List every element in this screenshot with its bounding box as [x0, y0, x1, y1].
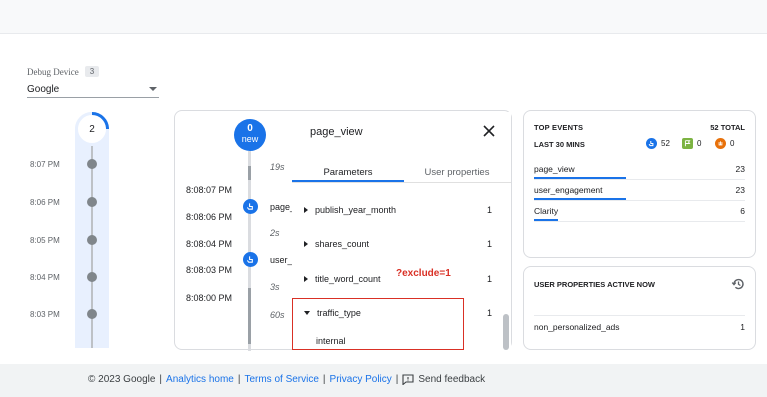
analytics-home-link[interactable]: Analytics home [166, 374, 234, 385]
minutes-progress-arc [91, 112, 109, 130]
event-icon[interactable] [243, 252, 258, 267]
device-select[interactable]: Google [27, 81, 159, 98]
debug-device-title: Debug Device [27, 66, 79, 77]
error-icon [715, 138, 726, 149]
feedback-icon [402, 374, 414, 385]
seconds-segment [248, 166, 251, 180]
seconds-time: 8:08:07 PM [186, 185, 233, 195]
hand-pointer-icon [246, 203, 253, 210]
user-property-name: non_personalized_ads [534, 322, 620, 332]
top-events-card: TOP EVENTS 52 TOTAL LAST 30 MINS 52 0 0 … [523, 110, 756, 258]
flag-icon [682, 138, 693, 149]
top-event-count: 6 [740, 206, 745, 216]
new-events-count: 0 [247, 123, 253, 134]
minute-dot[interactable] [87, 309, 97, 319]
tab-parameters[interactable]: Parameters [292, 167, 404, 178]
new-events-badge[interactable]: 0 new [234, 119, 266, 151]
hand-pointer-icon [246, 256, 253, 263]
minute-dot[interactable] [87, 235, 97, 245]
user-property-row: non_personalized_ads 1 [534, 322, 745, 332]
highlight-box [292, 298, 464, 350]
event-details-panel: page_view Parameters User properties pub… [292, 112, 511, 350]
top-event-count: 23 [735, 185, 745, 195]
param-name: publish_year_month [315, 205, 397, 215]
tab-divider [292, 182, 511, 183]
top-event-name: page_view [534, 164, 575, 174]
param-name: shares_count [315, 239, 370, 249]
top-event-row[interactable]: page_view 23 [534, 164, 745, 174]
footer: © 2023 Google | Analytics home | Terms o… [0, 364, 767, 397]
user-properties-title: USER PROPERTIES ACTIVE NOW [534, 280, 655, 289]
top-event-count: 23 [735, 164, 745, 174]
param-row[interactable]: shares_count 1 [304, 239, 492, 249]
seconds-gap: 2s [270, 228, 280, 238]
chevron-right-icon [304, 276, 308, 282]
top-event-name: Clarity [534, 206, 559, 216]
seconds-gap: 3s [270, 282, 280, 292]
events-counter: 52 [646, 138, 670, 149]
conversions-counter: 0 [682, 138, 701, 149]
row-divider [534, 221, 745, 222]
debug-device-count-badge: 3 [84, 66, 100, 77]
seconds-gap: 19s [270, 162, 285, 172]
minute-time: 8:03 PM [30, 310, 60, 319]
seconds-time: 8:08:00 PM [186, 293, 233, 303]
minute-dot[interactable] [87, 159, 97, 169]
event-icon[interactable] [243, 199, 258, 214]
minute-time: 8:04 PM [30, 273, 60, 282]
send-feedback-button[interactable]: Send feedback [402, 374, 485, 385]
history-icon[interactable] [731, 277, 745, 291]
param-row[interactable]: publish_year_month 1 [304, 205, 492, 215]
hand-pointer-icon [646, 138, 657, 149]
top-events-title: TOP EVENTS [534, 123, 584, 132]
chevron-right-icon [304, 207, 308, 213]
minute-time: 8:05 PM [30, 236, 60, 245]
minute-time: 8:07 PM [30, 160, 60, 169]
send-feedback-label: Send feedback [418, 374, 486, 385]
seconds-gap: 60s [270, 310, 285, 320]
device-select-value: Google [27, 83, 60, 95]
top-events-total: 52 TOTAL [710, 123, 745, 132]
tab-user-properties[interactable]: User properties [404, 167, 510, 178]
terms-of-service-link[interactable]: Terms of Service [244, 374, 318, 385]
seconds-time: 8:08:06 PM [186, 212, 233, 222]
close-icon[interactable] [482, 124, 496, 138]
event-details-title: page_view [310, 126, 363, 138]
top-event-row[interactable]: Clarity 6 [534, 206, 745, 216]
panel-scrollbar[interactable] [503, 314, 509, 350]
row-divider [534, 179, 745, 180]
chevron-right-icon [304, 241, 308, 247]
errors-counter: 0 [715, 138, 734, 149]
top-event-row[interactable]: user_engagement 23 [534, 185, 745, 195]
param-value: 1 [486, 205, 492, 215]
top-bar [0, 0, 767, 34]
top-events-subtitle: LAST 30 MINS [534, 140, 585, 149]
conversions-counter-value: 0 [697, 139, 702, 148]
param-value: 1 [486, 239, 492, 249]
param-value: 1 [486, 274, 492, 284]
chevron-down-icon [149, 87, 157, 91]
seconds-time: 8:08:04 PM [186, 239, 233, 249]
minute-dot[interactable] [87, 197, 97, 207]
top-event-name: user_engagement [534, 185, 603, 195]
row-divider [534, 200, 745, 201]
events-counter-value: 52 [661, 139, 670, 148]
debug-device-label: Debug Device 3 [27, 66, 100, 77]
minute-dot[interactable] [87, 272, 97, 282]
param-value: 1 [486, 308, 492, 318]
user-property-value: 1 [740, 322, 745, 332]
seconds-segment [248, 288, 251, 344]
copyright: © 2023 Google [88, 374, 156, 385]
row-divider [534, 315, 745, 316]
seconds-time: 8:08:03 PM [186, 265, 233, 275]
user-properties-card: USER PROPERTIES ACTIVE NOW non_personali… [523, 266, 756, 350]
privacy-policy-link[interactable]: Privacy Policy [330, 374, 392, 385]
minute-time: 8:06 PM [30, 198, 60, 207]
new-events-label: new [241, 134, 259, 144]
annotation-text: ?exclude=1 [396, 268, 451, 279]
errors-counter-value: 0 [730, 139, 735, 148]
